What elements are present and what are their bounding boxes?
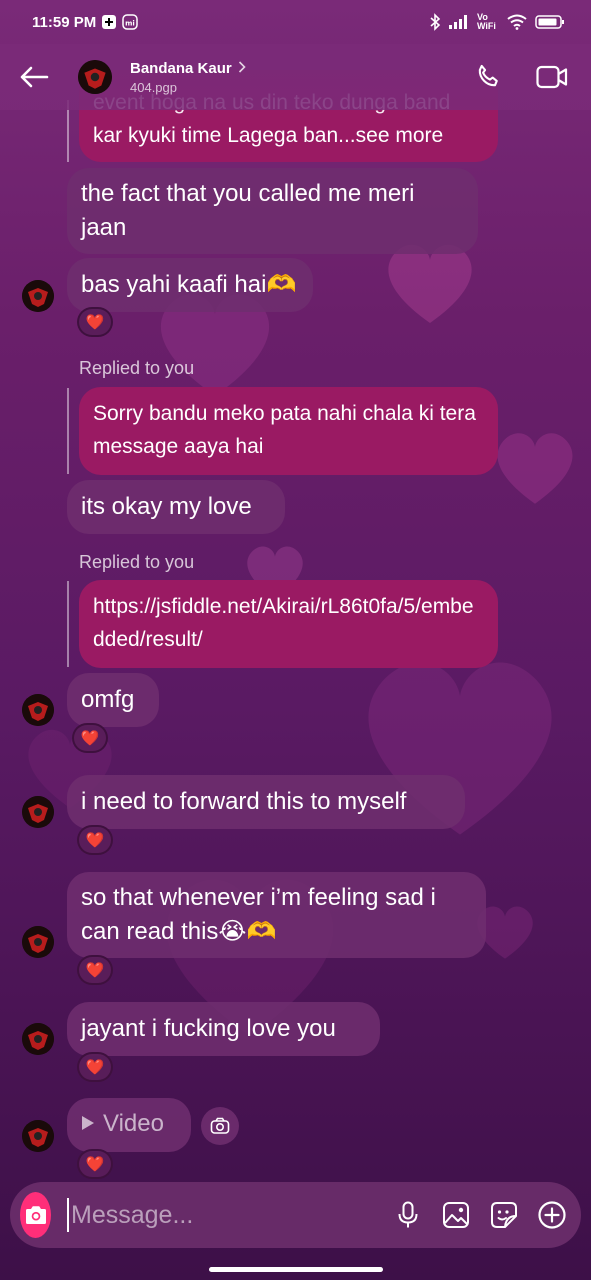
chat-thread[interactable]: event hoga na us din teko dunga band kar… (0, 0, 591, 1180)
back-arrow-icon[interactable] (16, 59, 52, 95)
battery-icon (535, 14, 565, 30)
message-bubble[interactable]: so that whenever i’m feeling sad i can r… (67, 872, 486, 958)
header-info[interactable]: Bandana Kaur 404.pgp (130, 60, 471, 95)
message-bubble[interactable]: the fact that you called me meri jaan (67, 168, 478, 254)
message-bubble[interactable]: bas yahi kaafi hai🫶 (67, 258, 313, 312)
heart-reaction[interactable]: ❤️ (77, 1149, 113, 1179)
contact-avatar[interactable] (22, 796, 54, 828)
heart-reaction[interactable]: ❤️ (77, 825, 113, 855)
wifi-icon (507, 14, 527, 30)
message-input[interactable] (67, 1198, 393, 1232)
plus-icon[interactable] (537, 1200, 567, 1230)
gallery-icon[interactable] (441, 1200, 471, 1230)
status-right: Vo WiFi (429, 13, 565, 31)
message-bubble[interactable]: jayant i fucking love you (67, 1002, 380, 1056)
svg-text:mi: mi (125, 20, 135, 28)
message-bubble[interactable]: omfg (67, 673, 159, 727)
video-label: Video (103, 1110, 164, 1137)
vowifi-label: Vo WiFi (477, 12, 496, 31)
header-actions (471, 60, 575, 94)
play-icon (81, 1107, 95, 1141)
quoted-message[interactable]: Sorry bandu meko pata nahi chala ki tera… (79, 387, 498, 475)
phone-icon[interactable] (471, 60, 505, 94)
chevron-right-icon (238, 60, 246, 77)
medical-plus-icon (102, 15, 117, 29)
quoted-message[interactable]: https://jsfiddle.net/Akirai/rL86t0fa/5/e… (79, 580, 498, 668)
heart-reaction[interactable]: ❤️ (77, 307, 113, 337)
reply-label: Replied to you (79, 552, 195, 572)
reply-indicator-line (67, 581, 69, 667)
message-composer (10, 1182, 581, 1248)
message-bubble[interactable]: i need to forward this to myself (67, 775, 465, 829)
microphone-icon[interactable] (393, 1200, 423, 1230)
contact-username: 404.pgp (130, 79, 177, 95)
mi-icon: mi (122, 14, 138, 30)
camera-icon[interactable] (20, 1192, 51, 1238)
heart-reaction[interactable]: ❤️ (72, 723, 108, 753)
contact-avatar[interactable] (22, 926, 54, 958)
heart-reaction[interactable]: ❤️ (77, 1052, 113, 1082)
header-avatar[interactable] (78, 60, 112, 94)
contact-avatar[interactable] (22, 694, 54, 726)
contact-avatar[interactable] (22, 1023, 54, 1055)
bluetooth-icon (429, 13, 441, 31)
sticker-icon[interactable] (489, 1200, 519, 1230)
contact-avatar[interactable] (22, 1120, 54, 1152)
camera-reply-icon[interactable] (201, 1107, 239, 1145)
message-bubble[interactable]: its okay my love (67, 480, 285, 534)
status-left: 11:59 PM mi (32, 14, 138, 31)
status-bar: 11:59 PM mi Vo WiFi (0, 0, 591, 44)
video-camera-icon[interactable] (535, 60, 569, 94)
reply-label: Replied to you (79, 358, 195, 378)
quoted-text-line: kar kyuki time Lagega ban...see more (93, 124, 444, 147)
signal-icon (449, 15, 469, 29)
home-indicator[interactable] (209, 1267, 383, 1272)
video-message[interactable]: Video (67, 1098, 191, 1152)
composer-actions (393, 1200, 571, 1230)
contact-avatar[interactable] (22, 280, 54, 312)
reply-indicator-line (67, 388, 69, 474)
status-time: 11:59 PM (32, 13, 97, 31)
chat-header: Bandana Kaur 404.pgp (0, 44, 591, 110)
contact-name-row: Bandana Kaur (130, 60, 471, 77)
contact-name: Bandana Kaur (130, 59, 232, 77)
heart-reaction[interactable]: ❤️ (77, 955, 113, 985)
